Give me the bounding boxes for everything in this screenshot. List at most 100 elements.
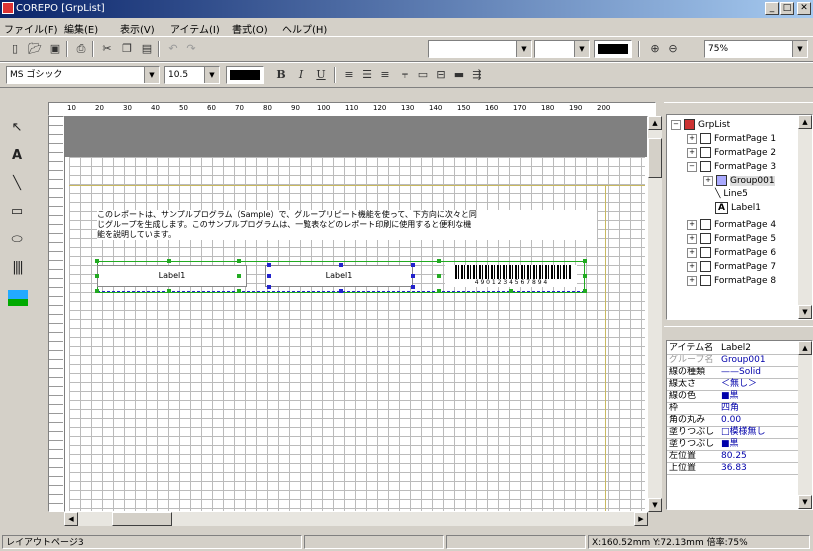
selection-handle[interactable] [267,263,271,267]
barcode-icon[interactable]: |||| [4,256,30,280]
align-center-icon[interactable]: ☰ [358,66,376,84]
italic-button[interactable]: I [292,66,310,84]
property-scrollbar[interactable]: ▲ ▼ [798,341,812,509]
line-icon[interactable]: ╲ [4,172,30,196]
selection-handle[interactable] [237,289,241,293]
paste-icon[interactable]: ▤ [138,40,156,58]
selection-handle[interactable] [95,274,99,278]
cut-icon[interactable]: ✂ [98,40,116,58]
redo-icon[interactable]: ↷ [182,40,200,58]
property-row[interactable]: 線の種類——Solid [667,367,810,379]
selection-handle[interactable] [509,289,513,293]
rectangle-icon[interactable]: ▭ [4,200,30,224]
collapse-icon[interactable]: − [687,162,697,172]
tree-item[interactable]: +FormatPage 8 [687,275,776,286]
selection-handle[interactable] [411,274,415,278]
collapse-icon[interactable]: − [671,120,681,130]
property-row[interactable]: 塗りつぶし□模様無し [667,427,810,439]
menu-item[interactable]: アイテム(I) [170,21,220,36]
chevron-down-icon[interactable]: ▼ [204,67,219,83]
tree-scrollbar[interactable]: ▲ ▼ [798,115,812,319]
open-icon[interactable]: 📂︎ [26,40,44,58]
selection-handle[interactable] [437,259,441,263]
scroll-down-icon[interactable]: ▼ [648,498,662,512]
barcode[interactable]: 4 9 0 1 2 3 4 5 6 7 8 9 4 [445,265,577,287]
text-wrap-icon[interactable]: ⇶ [468,66,486,84]
align-right-icon[interactable]: ≡ [376,66,394,84]
font-name-combo[interactable]: MS ゴシック▼ [6,66,160,84]
save-icon[interactable]: ▣ [46,40,64,58]
property-value[interactable]: □模様無し [721,427,766,438]
zoom-out-icon[interactable]: ⊖ [664,40,682,58]
scroll-right-icon[interactable]: ▶ [634,512,648,526]
selection-handle[interactable] [583,274,587,278]
tree-item[interactable]: −FormatPage 3 [687,161,776,172]
valign-bottom-icon[interactable]: ▬ [450,66,468,84]
design-canvas[interactable]: このレポートは、サンプルプログラム（Sample）で、グループリピート機能を使っ… [64,116,648,512]
tree-item[interactable]: +FormatPage 7 [687,261,776,272]
property-value[interactable]: 36.83 [721,463,747,474]
valign-center-icon[interactable]: ⊟ [432,66,450,84]
tree-item[interactable]: ╲Line5 [715,189,748,199]
tree-item[interactable]: ALabel1 [715,203,761,213]
item-tree[interactable]: −GrpList +FormatPage 1 +FormatPage 2 −Fo… [666,114,813,320]
scroll-up-icon[interactable]: ▲ [648,116,662,130]
chevron-down-icon[interactable]: ▼ [144,67,159,83]
canvas-horizontal-scrollbar[interactable]: ◀ ▶ [64,512,648,526]
selection-handle[interactable] [339,289,343,293]
property-row[interactable]: 線の色■黒 [667,391,810,403]
print-icon[interactable]: ⎙ [72,40,90,58]
chevron-down-icon[interactable]: ▼ [792,41,807,57]
menu-view[interactable]: 表示(V) [120,21,155,36]
expand-icon[interactable]: + [687,262,697,272]
selection-handle[interactable] [411,285,415,289]
copy-icon[interactable]: ❐ [118,40,136,58]
selection-handle[interactable] [95,289,99,293]
expand-icon[interactable]: + [687,148,697,158]
label-box[interactable]: Label1 [97,265,247,287]
image-icon[interactable] [8,290,28,306]
selection-handle[interactable] [411,263,415,267]
tree-item[interactable]: +FormatPage 5 [687,233,776,244]
menu-edit[interactable]: 編集(E) [64,21,98,36]
expand-icon[interactable]: + [687,234,697,244]
minimize-button[interactable]: _ [765,2,779,15]
text-icon[interactable]: A [4,144,30,168]
expand-icon[interactable]: + [687,248,697,258]
scroll-down-icon[interactable]: ▼ [798,495,812,509]
zoom-combo[interactable]: 75%▼ [704,40,808,58]
menu-help[interactable]: ヘルプ(H) [282,21,327,36]
new-icon[interactable]: ▯ [6,40,24,58]
bold-button[interactable]: B [272,66,290,84]
selection-handle[interactable] [267,274,271,278]
property-value[interactable]: ＜無し＞ [721,379,757,390]
scroll-up-icon[interactable]: ▲ [798,341,812,355]
line-width-combo[interactable]: ▼ [534,40,590,58]
selection-handle[interactable] [267,285,271,289]
align-left-icon[interactable]: ≡ [340,66,358,84]
property-value[interactable]: 四角 [721,403,739,414]
ellipse-icon[interactable]: ⬭ [4,228,30,252]
underline-button[interactable]: U [312,66,330,84]
valign-top-icon[interactable]: ⫧ [396,66,414,84]
scroll-down-icon[interactable]: ▼ [798,305,812,319]
expand-icon[interactable]: + [687,134,697,144]
property-value[interactable]: 0.00 [721,415,741,426]
chevron-down-icon[interactable]: ▼ [516,41,531,57]
scroll-thumb[interactable] [648,138,662,178]
zoom-in-icon[interactable]: ⊕ [646,40,664,58]
scroll-up-icon[interactable]: ▲ [798,115,812,129]
property-grid[interactable]: アイテム名Label2 グループ名Group001 線の種類——Solid 線太… [666,340,813,510]
selection-handle[interactable] [167,289,171,293]
property-row[interactable]: アイテム名Label2 [667,343,810,355]
selection-handle[interactable] [237,259,241,263]
property-row[interactable]: グループ名Group001 [667,355,810,367]
tree-item[interactable]: +FormatPage 6 [687,247,776,258]
font-size-combo[interactable]: 10.5▼ [164,66,220,84]
scroll-left-icon[interactable]: ◀ [64,512,78,526]
selection-handle[interactable] [339,263,343,267]
scroll-thumb[interactable] [112,512,172,526]
selection-handle[interactable] [167,259,171,263]
selection-handle[interactable] [237,274,241,278]
property-row[interactable]: 上位置36.83 [667,463,810,475]
